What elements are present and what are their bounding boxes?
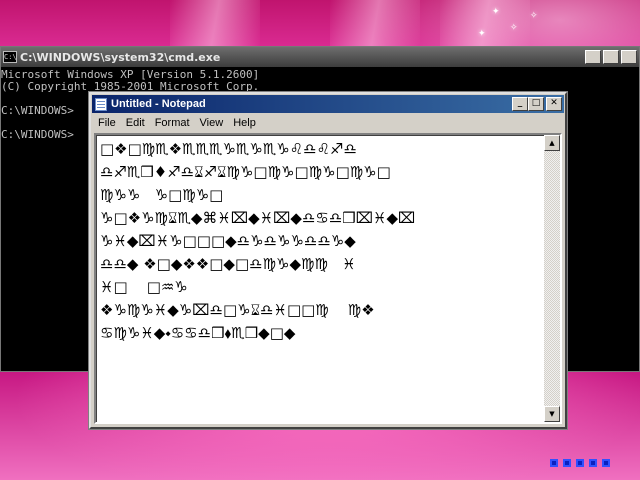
text-line: ♎︎♐︎♏︎❒♦︎♐︎♎︎⌛︎♐︎⌛︎♍︎♑︎□♍︎♑︎□♍︎♑︎□♍︎♑︎□ xyxy=(100,163,391,181)
pager-dot[interactable] xyxy=(550,459,558,467)
text-line: ♑︎♓︎◆⌧♓︎♑︎□□□◆♎︎♑︎♎︎♑︎♑︎♎︎♎︎♑︎◆ xyxy=(100,232,356,250)
slideshow-pager xyxy=(550,459,610,467)
notepad-window[interactable]: Untitled - Notepad _ □ ✕ File Edit Forma… xyxy=(89,92,567,429)
maximize-button[interactable]: □ xyxy=(528,97,544,111)
cmd-close-button[interactable] xyxy=(621,50,637,64)
cmd-line: Microsoft Windows XP [Version 5.1.2600] xyxy=(1,69,260,81)
notepad-titlebar[interactable]: Untitled - Notepad _ □ ✕ xyxy=(92,95,564,113)
menu-view[interactable]: View xyxy=(195,115,229,132)
notepad-icon xyxy=(95,97,107,111)
text-line: ♎︎♎︎◆ ❖□◆❖❖□◆□♎︎♍︎♑︎◆♍︎♍︎ ♓︎ xyxy=(100,255,356,273)
cmd-maximize-button[interactable] xyxy=(603,50,619,64)
cmd-title: C:\WINDOWS\system32\cmd.exe xyxy=(20,50,221,64)
scroll-up-arrow-icon[interactable]: ▲ xyxy=(544,135,560,151)
pager-dot[interactable] xyxy=(602,459,610,467)
menu-edit[interactable]: Edit xyxy=(121,115,150,132)
minimize-button[interactable]: _ xyxy=(512,97,528,111)
sparkle-icon: ✧ xyxy=(510,23,518,33)
wallpaper-light-streak xyxy=(330,0,420,50)
pager-dot[interactable] xyxy=(576,459,584,467)
notepad-title: Untitled - Notepad xyxy=(111,98,206,110)
pager-dot[interactable] xyxy=(563,459,571,467)
menu-format[interactable]: Format xyxy=(150,115,195,132)
text-line: □❖□♍︎♏︎❖♏︎♏︎♏︎♑︎♏︎♑︎♏︎♑︎♌︎♎︎♌︎♐︎♎︎ xyxy=(100,140,357,158)
editor-text[interactable]: □❖□♍︎♏︎❖♏︎♏︎♏︎♑︎♏︎♑︎♏︎♑︎♌︎♎︎♌︎♐︎♎︎ ♎︎♐︎♏… xyxy=(100,138,544,422)
console-icon: C:\ xyxy=(3,51,17,63)
text-line: ❖♑︎♍︎♑︎♓︎◆♑︎⌧♎︎□♑︎⌛︎♎︎♓︎□□♍︎ ♍︎❖ xyxy=(100,301,375,319)
text-line: ♍︎♑︎♑︎ ♑︎□♍︎♑︎□ xyxy=(100,186,224,204)
text-line: ♓︎□ □♒︎♑︎ xyxy=(100,278,188,296)
sparkle-icon: ✦ xyxy=(492,7,500,17)
close-button[interactable]: ✕ xyxy=(546,97,562,111)
menu-file[interactable]: File xyxy=(93,115,121,132)
wallpaper-light-streak xyxy=(170,0,260,50)
cmd-minimize-button[interactable] xyxy=(585,50,601,64)
pager-dot[interactable] xyxy=(589,459,597,467)
cmd-titlebar[interactable]: C:\ C:\WINDOWS\system32\cmd.exe xyxy=(1,47,639,67)
menu-bar: File Edit Format View Help xyxy=(93,114,563,133)
scroll-down-arrow-icon[interactable]: ▼ xyxy=(544,406,560,422)
text-editor-area[interactable]: □❖□♍︎♏︎❖♏︎♏︎♏︎♑︎♏︎♑︎♏︎♑︎♌︎♎︎♌︎♐︎♎︎ ♎︎♐︎♏… xyxy=(94,133,562,424)
notepad-window-buttons: _ □ ✕ xyxy=(512,97,562,111)
text-line: ♑︎□❖♑︎♍︎⌛︎♏︎◆⌘♓︎⌧◆♓︎⌧◆♎︎♋︎♎︎❒⌧♓︎◆⌧ xyxy=(100,209,416,227)
sparkle-icon: ✧ xyxy=(530,11,538,21)
cmd-window-buttons xyxy=(585,50,637,64)
menu-help[interactable]: Help xyxy=(228,115,261,132)
vertical-scrollbar[interactable]: ▲ ▼ xyxy=(544,135,560,422)
text-line: ♋︎♍︎♑︎♓︎◆⬩♋︎♋︎♎︎❒⬧♏︎❒◆□◆ xyxy=(100,324,296,342)
sparkle-icon: ✦ xyxy=(478,29,486,39)
